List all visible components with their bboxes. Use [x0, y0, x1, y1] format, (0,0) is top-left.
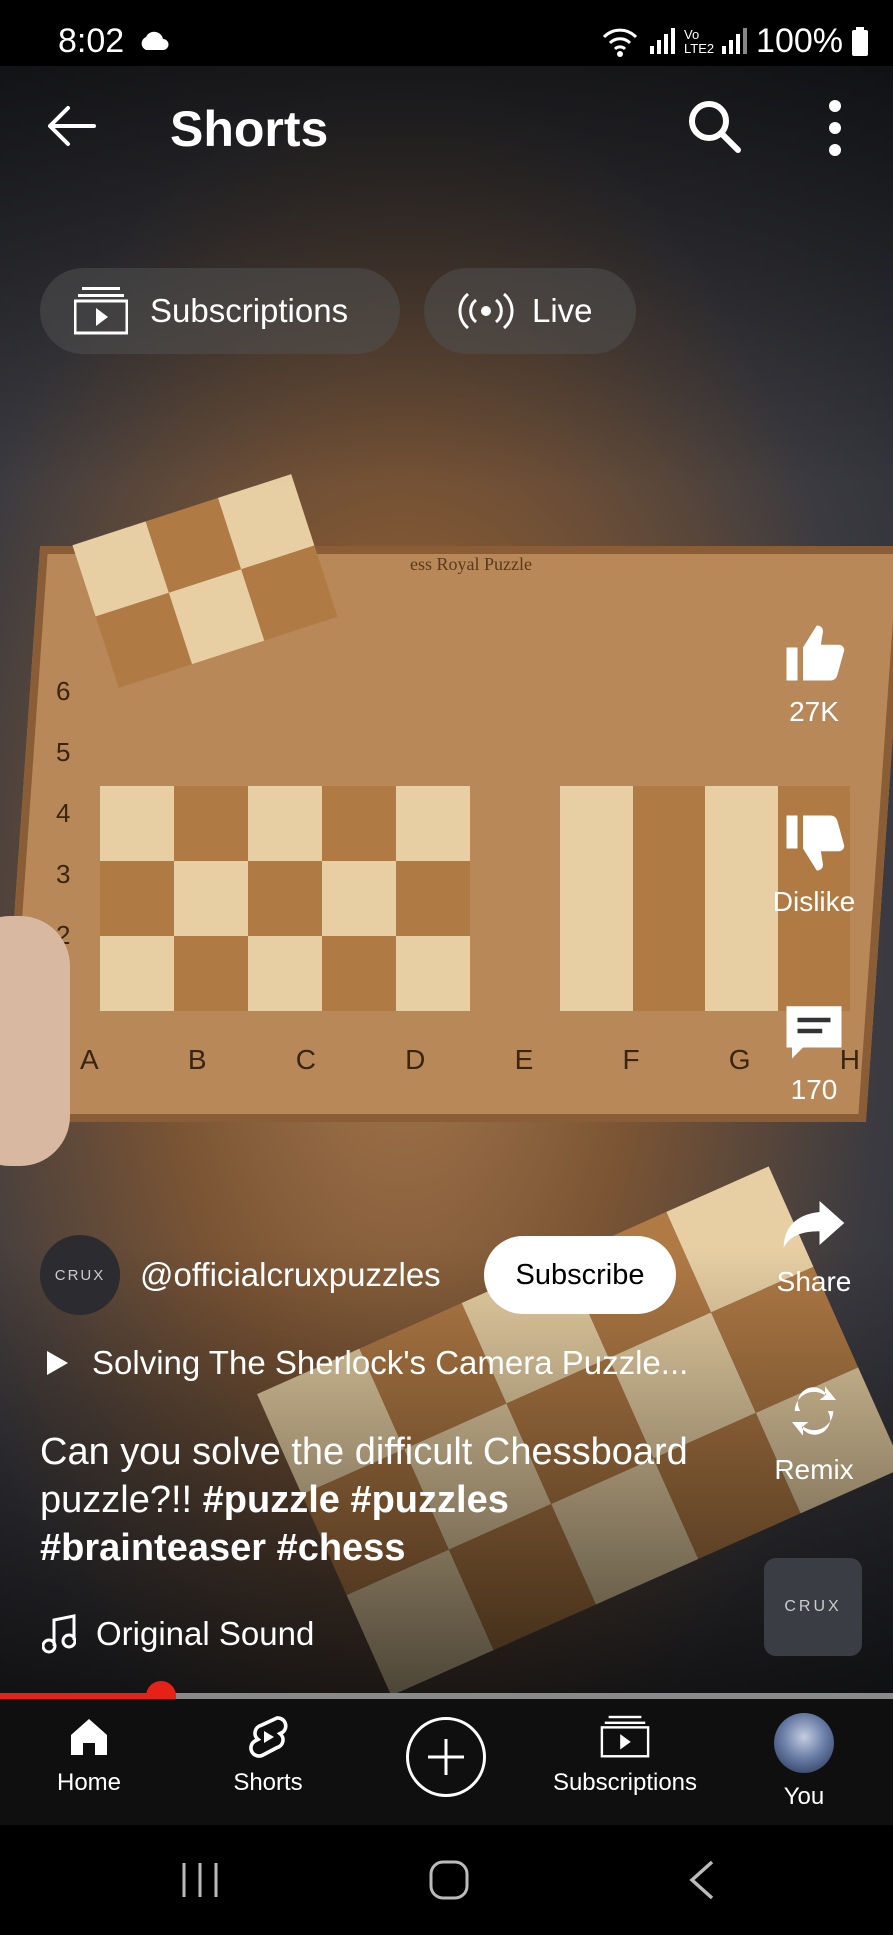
page-title: Shorts: [170, 101, 329, 157]
sound-link[interactable]: Original Sound: [42, 1614, 314, 1654]
nav-home[interactable]: Home: [9, 1713, 169, 1797]
file-label: F: [622, 1044, 640, 1075]
nav-you[interactable]: You: [724, 1713, 884, 1811]
remix-icon: [792, 1386, 836, 1436]
dislike-button[interactable]: Dislike: [754, 810, 874, 918]
board-engraving: ess Royal Puzzle: [410, 554, 532, 574]
related-video-title: Solving The Sherlock's Camera Puzzle...: [92, 1344, 689, 1381]
avatar: [774, 1713, 834, 1773]
checker-piece-left: [100, 786, 470, 1011]
video-caption[interactable]: Can you solve the difficult Chessboard p…: [40, 1428, 740, 1572]
like-button[interactable]: 27K: [754, 620, 874, 728]
sound-thumb-text: CRUX: [784, 1598, 842, 1615]
share-label: Share: [776, 1266, 852, 1297]
nav-subscriptions[interactable]: Subscriptions: [545, 1713, 705, 1797]
subscriptions-icon: [600, 1715, 650, 1758]
shorts-icon: [249, 1716, 288, 1758]
play-icon: [47, 1351, 68, 1375]
cloud-icon: [141, 31, 169, 50]
create-button[interactable]: [406, 1717, 486, 1797]
status-time: 8:02: [58, 22, 125, 60]
rank-label: 5: [56, 737, 71, 767]
chip-label: Live: [532, 292, 593, 329]
file-label: E: [514, 1044, 534, 1075]
file-label: B: [187, 1044, 207, 1075]
thumb-up-icon: [786, 625, 845, 681]
chip-label: Subscriptions: [150, 292, 349, 329]
remix-button[interactable]: Remix: [754, 1378, 874, 1486]
sound-thumbnail[interactable]: CRUX: [764, 1558, 862, 1656]
rank-label: 3: [56, 859, 71, 889]
plus-icon: [428, 1739, 464, 1775]
nav-label: Shorts: [233, 1769, 303, 1796]
music-note-icon: [42, 1614, 76, 1654]
file-label: G: [728, 1044, 751, 1075]
thumb-down-icon: [786, 815, 845, 871]
home-circle-icon[interactable]: [428, 1859, 470, 1901]
bottom-nav: Home Shorts Subscriptions You: [0, 1699, 893, 1825]
board-file-labels: A B C D E F G H: [80, 1044, 860, 1076]
signal-icon: [650, 27, 676, 54]
recents-icon[interactable]: [178, 1859, 222, 1901]
battery-icon: [852, 26, 868, 56]
nav-shorts[interactable]: Shorts: [188, 1713, 348, 1797]
channel-handle[interactable]: @officialcruxpuzzles: [140, 1256, 441, 1294]
rank-label: 6: [56, 676, 71, 706]
board-rank-labels: 6 5 4 3 2: [56, 676, 70, 951]
channel-avatar[interactable]: CRUX: [40, 1235, 120, 1315]
more-vert-icon[interactable]: [820, 98, 850, 158]
battery-percent: 100%: [756, 22, 843, 60]
hand-image: [0, 916, 70, 1166]
network-label: Vo LTE2: [684, 26, 715, 56]
like-count: 27K: [789, 696, 839, 727]
live-icon: [458, 292, 514, 330]
comment-count: 170: [790, 1074, 838, 1105]
system-nav-bar: [0, 1825, 893, 1935]
subscriptions-icon: [74, 287, 128, 335]
avatar-text: CRUX: [54, 1266, 106, 1284]
file-label: A: [80, 1044, 99, 1075]
subscribe-button[interactable]: Subscribe: [484, 1236, 676, 1314]
nav-label: You: [783, 1783, 825, 1810]
file-label: D: [405, 1044, 426, 1075]
nav-label: Subscriptions: [552, 1769, 698, 1796]
signal-icon-2: [722, 27, 748, 54]
share-button[interactable]: Share: [754, 1190, 874, 1298]
comment-icon: [786, 1006, 842, 1059]
system-back-icon[interactable]: [686, 1859, 716, 1901]
share-icon: [783, 1201, 845, 1248]
related-video-link[interactable]: Solving The Sherlock's Camera Puzzle...: [44, 1344, 688, 1382]
chip-live[interactable]: Live: [424, 268, 636, 354]
status-icons: Vo LTE2 100%: [600, 22, 869, 61]
dislike-label: Dislike: [772, 886, 856, 917]
remix-label: Remix: [774, 1454, 854, 1485]
comments-button[interactable]: 170: [754, 998, 874, 1106]
sound-label: Original Sound: [96, 1615, 315, 1652]
nav-label: Home: [56, 1769, 122, 1796]
status-bar: 8:02 Vo LTE2 100%: [0, 0, 893, 66]
back-arrow-icon[interactable]: [44, 104, 96, 148]
rank-label: 4: [56, 798, 71, 828]
file-label: C: [295, 1044, 316, 1075]
wifi-icon: [602, 28, 638, 57]
home-icon: [71, 1719, 107, 1755]
search-icon[interactable]: [686, 98, 742, 154]
chip-subscriptions[interactable]: Subscriptions: [40, 268, 400, 354]
